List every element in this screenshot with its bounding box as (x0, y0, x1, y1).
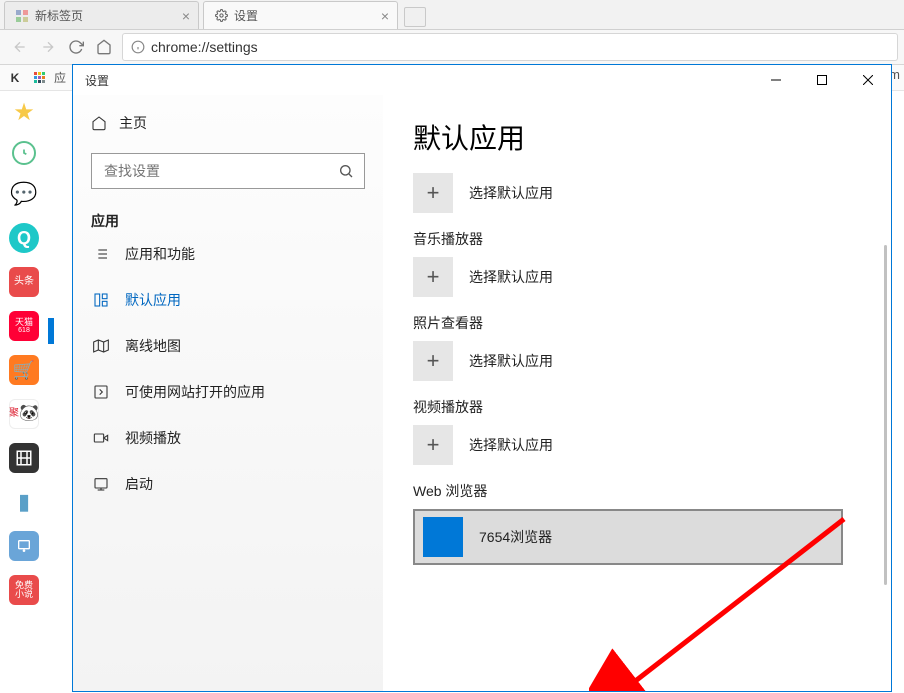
window-maximize-button[interactable] (799, 65, 845, 95)
plus-icon: + (413, 425, 453, 465)
settings-search-input[interactable] (102, 162, 338, 180)
sidebar-video-icon[interactable] (9, 443, 39, 473)
photo-viewer-button[interactable]: + 选择默认应用 (413, 341, 861, 381)
tab-close-icon[interactable]: × (381, 8, 389, 24)
page-title: 默认应用 (413, 117, 861, 157)
sidebar-toutiao-icon[interactable]: 头条 (9, 267, 39, 297)
info-icon (131, 40, 145, 54)
window-close-button[interactable] (845, 65, 891, 95)
open-icon (91, 382, 111, 402)
plus-icon: + (413, 173, 453, 213)
choose-default-label: 选择默认应用 (469, 183, 553, 203)
nav-home[interactable]: 主页 (91, 105, 365, 141)
page-selected-indicator (48, 318, 54, 344)
default-app-first-row: + 选择默认应用 (413, 173, 861, 213)
nav-label: 启动 (125, 474, 153, 494)
home-icon (91, 115, 107, 131)
tab-close-icon[interactable]: × (182, 8, 190, 24)
window-minimize-button[interactable] (753, 65, 799, 95)
address-text: chrome://settings (151, 39, 258, 55)
bookmark-k-icon[interactable]: K (6, 69, 24, 87)
nav-label: 默认应用 (125, 290, 181, 310)
nav-home-button[interactable] (90, 33, 118, 61)
nav-video-playback[interactable]: 视频播放 (91, 415, 365, 461)
nav-default-apps[interactable]: 默认应用 (91, 277, 365, 323)
tab-label: 新标签页 (35, 7, 83, 24)
plus-icon: + (413, 257, 453, 297)
app-sidebar: ★ 💬 Q 头条 天猫618 🛒 聚🐼 ▮ 免费小说 (0, 91, 48, 693)
nav-label: 离线地图 (125, 336, 181, 356)
nav-back-button[interactable] (6, 33, 34, 61)
settings-search[interactable] (91, 153, 365, 189)
new-tab-button[interactable] (404, 7, 426, 27)
music-player-value: 选择默认应用 (469, 267, 553, 287)
settings-nav-pane: 主页 应用 应用和功能 默认应用 离线地图 可使用网站打开的应用 (73, 95, 383, 691)
sidebar-novel-icon[interactable]: 免费小说 (9, 575, 39, 605)
sidebar-ju-icon[interactable]: 聚🐼 (9, 399, 39, 429)
plus-icon: + (413, 341, 453, 381)
window-titlebar: 设置 (73, 65, 891, 95)
browser-app-icon (423, 517, 463, 557)
bookmark-label[interactable]: 应 (54, 69, 66, 86)
settings-window: 设置 主页 应用 应用和功能 默认应用 (72, 64, 892, 692)
list-icon (91, 244, 111, 264)
sidebar-book-icon[interactable]: ▮ (9, 487, 39, 517)
tab-newtab-icon (15, 9, 29, 23)
bookmark-apps-icon[interactable] (30, 69, 48, 87)
sidebar-device-icon[interactable] (9, 531, 39, 561)
nav-label: 视频播放 (125, 428, 181, 448)
scrollbar[interactable] (884, 245, 887, 585)
settings-content-pane: 默认应用 + 选择默认应用 音乐播放器 + 选择默认应用 照片查看器 + 选择默… (383, 95, 891, 691)
nav-label: 可使用网站打开的应用 (125, 382, 265, 402)
tab-new[interactable]: 新标签页 × (4, 1, 199, 29)
browser-nav-bar: chrome://settings (0, 30, 904, 65)
web-browser-value: 7654浏览器 (479, 527, 552, 547)
window-title: 设置 (85, 72, 109, 89)
nav-apps-features[interactable]: 应用和功能 (91, 231, 365, 277)
video-player-value: 选择默认应用 (469, 435, 553, 455)
browser-tabs-bar: 新标签页 × 设置 × (0, 0, 904, 30)
map-icon (91, 336, 111, 356)
photo-viewer-label: 照片查看器 (413, 313, 861, 333)
sidebar-tmall-icon[interactable]: 天猫618 (9, 311, 39, 341)
music-player-button[interactable]: + 选择默认应用 (413, 257, 861, 297)
search-icon (338, 163, 354, 179)
sidebar-clock-icon[interactable] (12, 141, 36, 165)
startup-icon (91, 474, 111, 494)
nav-section-header: 应用 (91, 211, 365, 231)
tab-settings[interactable]: 设置 × (203, 1, 398, 29)
web-browser-button[interactable]: 7654浏览器 (413, 509, 843, 565)
nav-startup[interactable]: 启动 (91, 461, 365, 507)
nav-reload-button[interactable] (62, 33, 90, 61)
default-apps-icon (91, 290, 111, 310)
nav-home-label: 主页 (119, 113, 147, 133)
sidebar-wechat-icon[interactable]: 💬 (9, 179, 39, 209)
sidebar-search-icon[interactable]: Q (9, 223, 39, 253)
video-player-button[interactable]: + 选择默认应用 (413, 425, 861, 465)
nav-label: 应用和功能 (125, 244, 195, 264)
address-bar[interactable]: chrome://settings (122, 33, 898, 61)
photo-viewer-value: 选择默认应用 (469, 351, 553, 371)
sidebar-cart-icon[interactable]: 🛒 (9, 355, 39, 385)
video-player-label: 视频播放器 (413, 397, 861, 417)
music-player-label: 音乐播放器 (413, 229, 861, 249)
tab-label: 设置 (234, 7, 258, 24)
nav-forward-button[interactable] (34, 33, 62, 61)
nav-web-apps[interactable]: 可使用网站打开的应用 (91, 369, 365, 415)
nav-offline-maps[interactable]: 离线地图 (91, 323, 365, 369)
video-icon (91, 428, 111, 448)
sidebar-star-icon[interactable]: ★ (9, 97, 39, 127)
web-browser-label: Web 浏览器 (413, 481, 861, 501)
choose-default-button[interactable]: + 选择默认应用 (413, 173, 861, 213)
tab-gear-icon (214, 9, 228, 23)
